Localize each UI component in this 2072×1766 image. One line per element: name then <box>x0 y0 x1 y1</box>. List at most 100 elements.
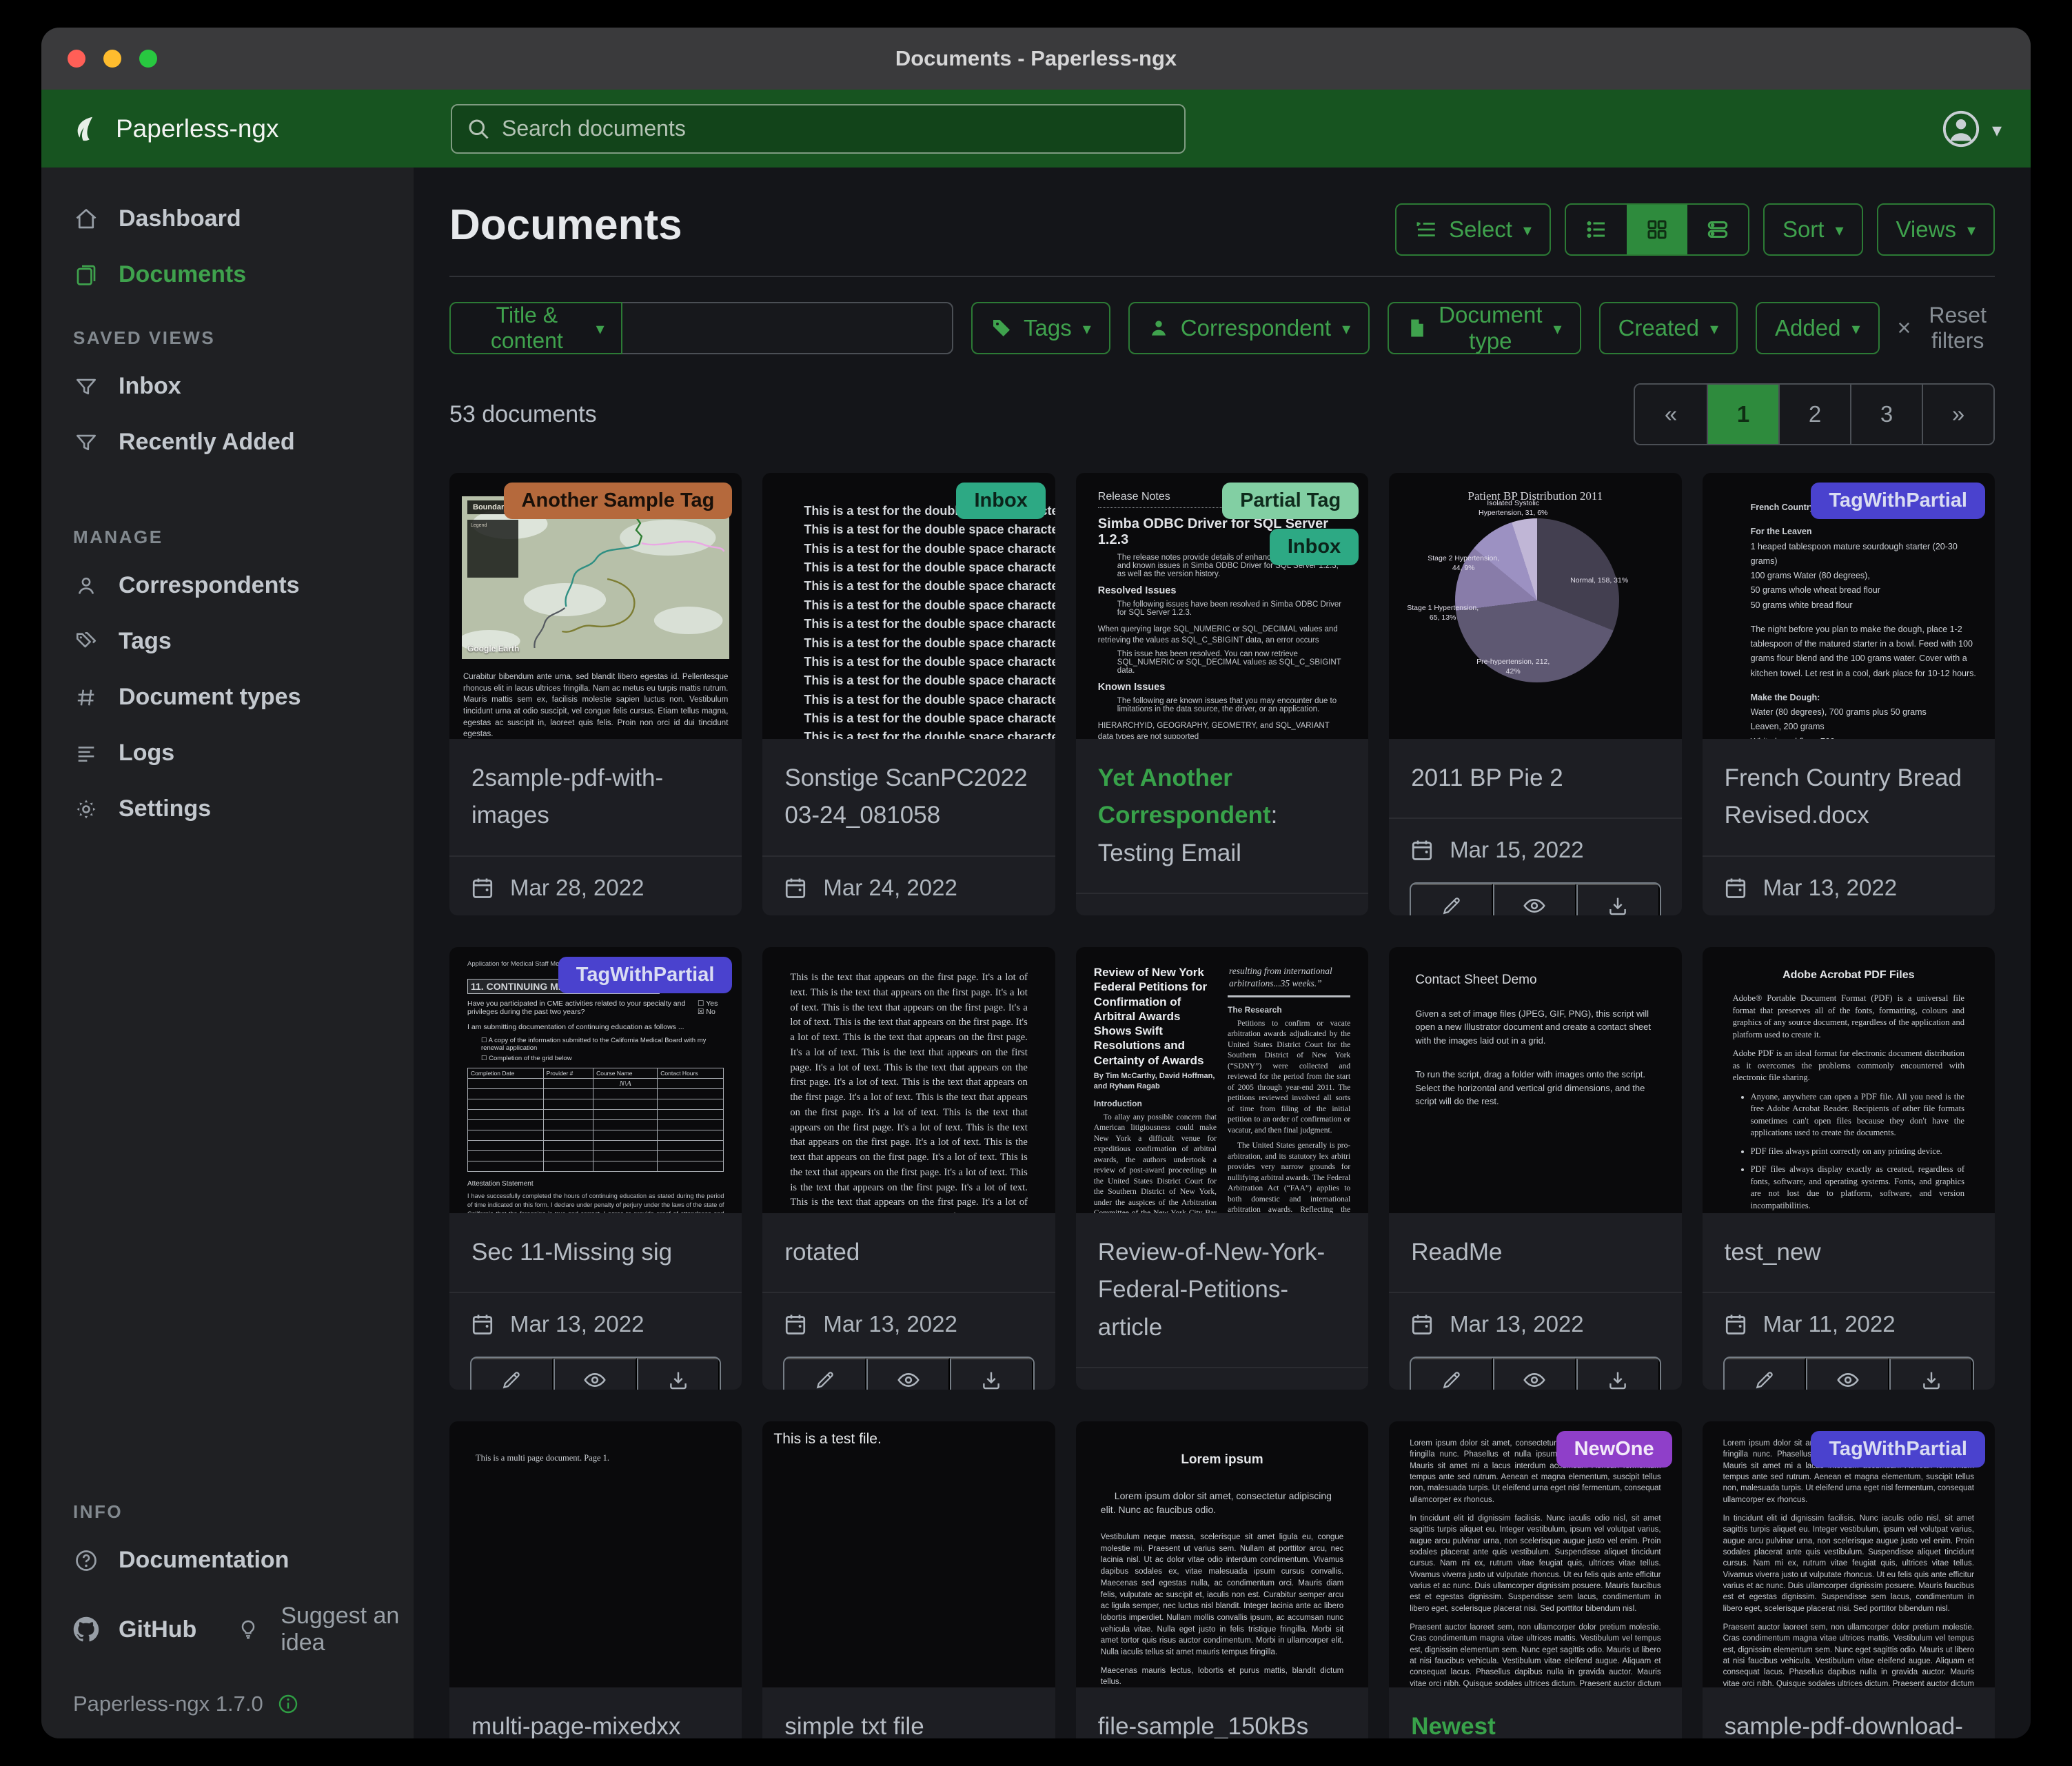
document-card[interactable]: Review of New York Federal Petitions for… <box>1076 947 1368 1390</box>
filter-query-input[interactable] <box>622 302 953 354</box>
document-thumbnail[interactable]: Boundary Waters TripLegendGoogle EarthCu… <box>449 473 742 739</box>
download-document-button[interactable] <box>1576 1358 1660 1390</box>
document-thumbnail[interactable]: Contact Sheet DemoGiven a set of image f… <box>1389 947 1681 1213</box>
document-thumbnail[interactable]: Release NotesSimba ODBC Driver for SQL S… <box>1076 473 1368 739</box>
document-card[interactable]: Patient BP Distribution 2011Normal, 158,… <box>1389 473 1681 915</box>
document-title[interactable]: ReadMe <box>1411 1234 1659 1271</box>
document-thumbnail[interactable]: This is a test for the double space char… <box>762 473 1055 739</box>
view-list-button[interactable] <box>1566 205 1627 254</box>
view-document-button[interactable] <box>1493 1358 1576 1390</box>
view-document-button[interactable] <box>1493 884 1576 915</box>
edit-document-button[interactable] <box>471 1358 553 1390</box>
sidebar-item-inbox[interactable]: Inbox <box>41 358 414 414</box>
document-title[interactable]: Sec 11-Missing sig <box>471 1234 720 1271</box>
document-thumbnail[interactable]: This is the text that appears on the fir… <box>762 947 1055 1213</box>
edit-document-button[interactable] <box>1725 1358 1807 1390</box>
document-card[interactable]: Adobe Acrobat PDF FilesAdobe® Portable D… <box>1703 947 1995 1390</box>
view-document-button[interactable] <box>866 1358 950 1390</box>
tag-badge[interactable]: Inbox <box>956 483 1045 519</box>
document-card[interactable]: Release NotesSimba ODBC Driver for SQL S… <box>1076 473 1368 915</box>
sidebar-item-suggest-idea[interactable]: Suggest an idea <box>203 1588 414 1671</box>
views-button[interactable]: Views ▾ <box>1877 203 1995 256</box>
title-content-field-button[interactable]: Title & content ▾ <box>449 302 622 354</box>
sidebar-item-correspondents[interactable]: Correspondents <box>41 558 414 613</box>
document-card[interactable]: French Country BreadFor the Leaven1 heap… <box>1703 473 1995 915</box>
edit-document-button[interactable] <box>1411 1358 1493 1390</box>
sidebar-item-documentation[interactable]: Documentation <box>41 1532 414 1588</box>
info-circle-icon[interactable] <box>277 1693 299 1715</box>
document-title[interactable]: sample-pdf-download-10-mb-longer-title <box>1725 1708 1973 1738</box>
sidebar-item-tags[interactable]: Tags <box>41 613 414 669</box>
tag-badge[interactable]: TagWithPartial <box>1811 1431 1985 1468</box>
sidebar-item-settings[interactable]: Settings <box>41 781 414 837</box>
view-detail-button[interactable] <box>1687 205 1748 254</box>
filter-tags-button[interactable]: Tags ▾ <box>971 302 1110 354</box>
pagination-page-2[interactable]: 2 <box>1778 385 1850 444</box>
document-correspondent-link[interactable]: Yet Another Correspondent <box>1098 764 1271 829</box>
download-document-button[interactable] <box>1889 1358 1973 1390</box>
tag-badge[interactable]: Another Sample Tag <box>504 483 733 519</box>
view-document-button[interactable] <box>553 1358 637 1390</box>
sidebar-item-github[interactable]: GitHub <box>41 1602 203 1658</box>
edit-document-button[interactable] <box>784 1358 866 1390</box>
document-card[interactable]: Lorem ipsumLorem ipsum dolor sit amet, c… <box>1076 1421 1368 1738</box>
global-search[interactable] <box>451 104 1186 154</box>
pagination-next-button[interactable]: » <box>1922 385 1993 444</box>
document-title[interactable]: simple txt file <box>784 1708 1033 1738</box>
download-document-button[interactable] <box>1576 884 1660 915</box>
document-title[interactable]: test_new <box>1725 1234 1973 1271</box>
document-thumbnail[interactable]: Patient BP Distribution 2011Normal, 158,… <box>1389 473 1681 739</box>
document-card[interactable]: Application for Medical Staff Members — … <box>449 947 742 1390</box>
document-card[interactable]: Lorem ipsum dolor sit amet, consectetur … <box>1703 1421 1995 1738</box>
document-title[interactable]: Review-of-New-York-Federal-Petitions-art… <box>1098 1234 1346 1346</box>
document-card[interactable]: Lorem ipsum dolor sit amet, consectetur … <box>1389 1421 1681 1738</box>
tag-badge[interactable]: NewOne <box>1556 1431 1672 1468</box>
document-card[interactable]: This is a test file. simple txt file <box>762 1421 1055 1738</box>
pagination-page-1[interactable]: 1 <box>1707 385 1778 444</box>
minimize-window-button[interactable] <box>103 50 121 68</box>
document-thumbnail[interactable]: Lorem ipsum dolor sit amet, consectetur … <box>1703 1421 1995 1687</box>
document-title[interactable]: Sonstige ScanPC2022 03-24_081058 <box>784 760 1033 835</box>
document-thumbnail[interactable]: Adobe Acrobat PDF FilesAdobe® Portable D… <box>1703 947 1995 1213</box>
sidebar-item-document-types[interactable]: Document types <box>41 669 414 725</box>
tag-badge[interactable]: Inbox <box>1270 529 1359 565</box>
document-thumbnail[interactable]: French Country BreadFor the Leaven1 heap… <box>1703 473 1995 739</box>
document-correspondent-link[interactable]: Newest Correspondent <box>1411 1713 1584 1738</box>
document-thumbnail[interactable]: Lorem ipsumLorem ipsum dolor sit amet, c… <box>1076 1421 1368 1687</box>
document-title[interactable]: 2011 BP Pie 2 <box>1411 760 1659 797</box>
document-thumbnail[interactable]: This is a multi page document. Page 1. <box>449 1421 742 1687</box>
select-button[interactable]: Select ▾ <box>1395 203 1551 256</box>
document-title[interactable]: French Country Bread Revised.docx <box>1725 760 1973 835</box>
document-thumbnail[interactable]: This is a test file. <box>762 1421 1055 1687</box>
document-title[interactable]: Newest Correspondent: f_combineds <box>1411 1708 1659 1738</box>
sidebar-item-recently-added[interactable]: Recently Added <box>41 414 414 470</box>
document-title[interactable]: multi-page-mixedxx <box>471 1708 720 1738</box>
close-window-button[interactable] <box>68 50 85 68</box>
filter-document-type-button[interactable]: Document type ▾ <box>1388 302 1581 354</box>
download-document-button[interactable] <box>637 1358 720 1390</box>
document-card[interactable]: This is a test for the double space char… <box>762 473 1055 915</box>
filter-added-button[interactable]: Added ▾ <box>1756 302 1879 354</box>
user-menu-caret-icon[interactable]: ▾ <box>1992 121 2002 140</box>
document-card[interactable]: Contact Sheet DemoGiven a set of image f… <box>1389 947 1681 1390</box>
sidebar-item-logs[interactable]: Logs <box>41 725 414 781</box>
document-thumbnail[interactable]: Review of New York Federal Petitions for… <box>1076 947 1368 1213</box>
user-avatar-icon[interactable] <box>1941 109 1981 149</box>
view-document-button[interactable] <box>1806 1358 1889 1390</box>
document-card[interactable]: This is the text that appears on the fir… <box>762 947 1055 1390</box>
document-card[interactable]: Boundary Waters TripLegendGoogle EarthCu… <box>449 473 742 915</box>
view-grid-button[interactable] <box>1627 205 1687 254</box>
document-title[interactable]: file-sample_150kBs <box>1098 1708 1346 1738</box>
sort-button[interactable]: Sort ▾ <box>1763 203 1863 256</box>
sidebar-item-dashboard[interactable]: Dashboard <box>41 191 414 247</box>
filter-correspondent-button[interactable]: Correspondent ▾ <box>1128 302 1370 354</box>
download-document-button[interactable] <box>950 1358 1033 1390</box>
tag-badge[interactable]: TagWithPartial <box>1811 483 1985 519</box>
tag-badge[interactable]: Partial Tag <box>1222 483 1359 519</box>
search-input[interactable] <box>502 116 1170 141</box>
zoom-window-button[interactable] <box>139 50 157 68</box>
document-thumbnail[interactable]: Application for Medical Staff Members — … <box>449 947 742 1213</box>
reset-filters-button[interactable]: × Reset filters <box>1898 302 1995 354</box>
document-title[interactable]: Yet Another Correspondent: Testing Email <box>1098 760 1346 872</box>
sidebar-item-documents[interactable]: Documents <box>41 247 414 303</box>
